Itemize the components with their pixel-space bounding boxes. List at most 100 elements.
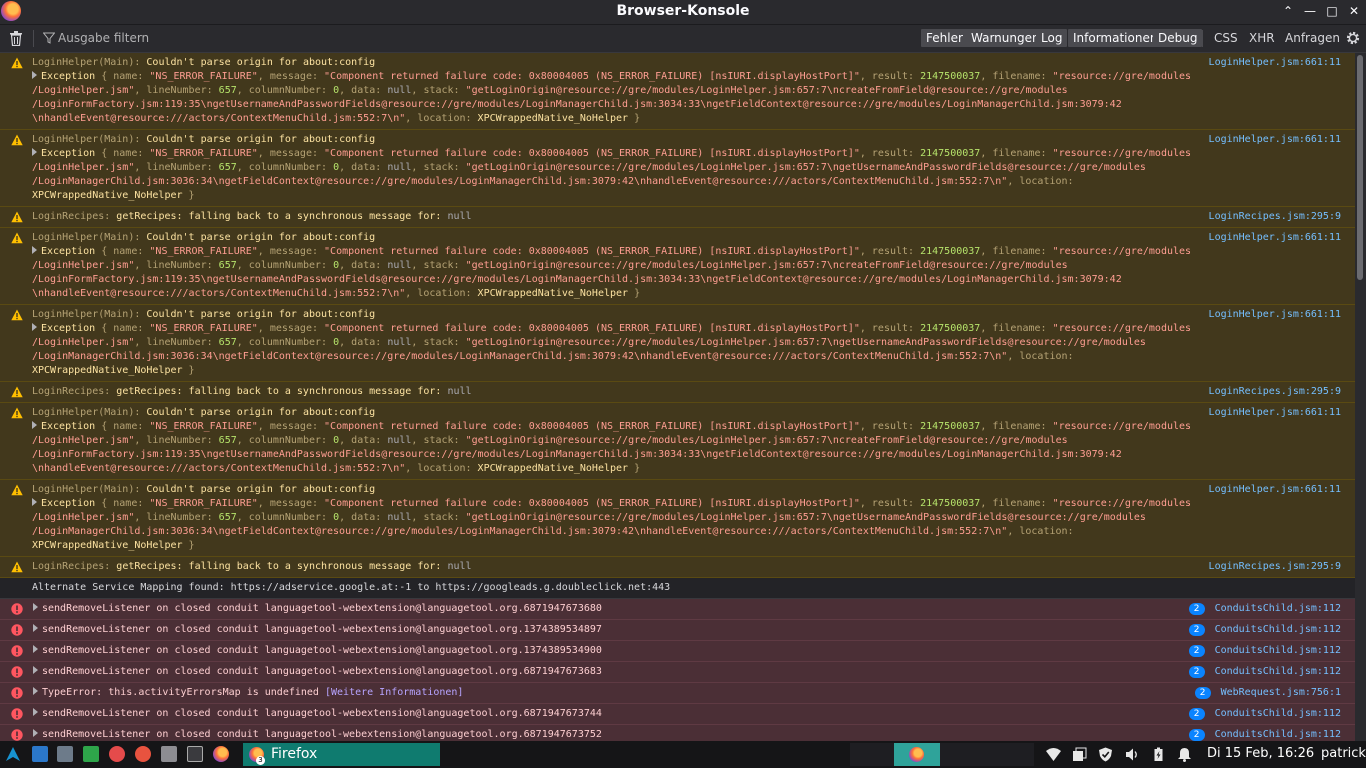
close-button[interactable]: ✕ — [1346, 3, 1362, 19]
console-message-warning[interactable]: LoginRecipes: getRecipes: falling back t… — [0, 557, 1355, 578]
firefox-launcher-icon[interactable] — [213, 746, 229, 762]
minimize-button[interactable]: — — [1302, 3, 1318, 19]
message-source-link[interactable]: LoginHelper.jsm:661:11 — [1209, 56, 1341, 70]
console-message-error[interactable]: sendRemoveListener on closed conduit lan… — [0, 704, 1355, 725]
scrollbar-thumb[interactable] — [1357, 55, 1363, 280]
exception-key: name: — [113, 148, 144, 159]
message-source-link[interactable]: ConduitsChild.jsm:112 — [1215, 728, 1341, 741]
chevron-up-icon[interactable]: ⌃ — [1280, 3, 1296, 19]
message-text: Couldn't parse origin for about:config — [146, 232, 376, 243]
app-menu-icon[interactable] — [5, 746, 21, 762]
alert-icon[interactable] — [109, 746, 125, 762]
expand-arrow-icon[interactable] — [33, 624, 38, 632]
message-source-link[interactable]: LoginHelper.jsm:661:11 — [1209, 483, 1341, 497]
expand-arrow-icon[interactable] — [32, 71, 37, 79]
console-message-warning[interactable]: LoginRecipes: getRecipes: falling back t… — [0, 207, 1355, 228]
exception-value: 657 — [218, 512, 237, 523]
message-origin: LoginHelper(Main) — [32, 232, 135, 243]
exception-key: result: — [871, 148, 915, 159]
console-message-error[interactable]: sendRemoveListener on closed conduit lan… — [0, 641, 1355, 662]
taskbar-clock[interactable]: Di 15 Feb, 16:26 — [1207, 746, 1314, 761]
message-source-link[interactable]: ConduitsChild.jsm:112 — [1215, 644, 1341, 658]
message-source-link[interactable]: LoginHelper.jsm:661:11 — [1209, 406, 1341, 420]
task-count-badge: 3 — [256, 756, 265, 765]
shield-icon[interactable] — [1098, 747, 1113, 762]
message-origin: LoginHelper(Main) — [32, 57, 135, 68]
desktop-pager-3[interactable] — [940, 743, 988, 766]
message-source-link[interactable]: LoginHelper.jsm:661:11 — [1209, 308, 1341, 322]
message-source-link[interactable]: LoginHelper.jsm:661:11 — [1209, 133, 1341, 147]
message-origin: LoginHelper(Main) — [32, 309, 135, 320]
expand-arrow-icon[interactable] — [32, 246, 37, 254]
battery-icon[interactable] — [1151, 747, 1166, 762]
category-filter-xhr[interactable]: XHR — [1249, 29, 1275, 47]
more-info-link[interactable]: [Weitere Informationen] — [325, 687, 463, 698]
expand-arrow-icon[interactable] — [32, 148, 37, 156]
folder-icon[interactable] — [83, 746, 99, 762]
expand-arrow-icon[interactable] — [33, 687, 38, 695]
console-message-warning[interactable]: LoginRecipes: getRecipes: falling back t… — [0, 382, 1355, 403]
console-message-error[interactable]: sendRemoveListener on closed conduit lan… — [0, 725, 1355, 741]
console-scrollbar[interactable] — [1355, 53, 1366, 741]
level-filter-debug[interactable]: Debug — [1153, 29, 1203, 47]
message-source-link[interactable]: LoginRecipes.jsm:295:9 — [1209, 560, 1341, 574]
archive-icon[interactable] — [161, 746, 177, 762]
level-filter-warnings[interactable]: Warnungen — [966, 29, 1045, 47]
calculator-icon[interactable] — [57, 746, 73, 762]
expand-arrow-icon[interactable] — [33, 708, 38, 716]
console-message-error[interactable]: sendRemoveListener on closed conduit lan… — [0, 662, 1355, 683]
console-message-error[interactable]: sendRemoveListener on closed conduit lan… — [0, 620, 1355, 641]
editor-icon[interactable] — [135, 746, 151, 762]
clipboard-icon[interactable] — [1072, 747, 1087, 762]
category-filter-requests[interactable]: Anfragen — [1285, 29, 1340, 47]
maximize-button[interactable]: □ — [1324, 3, 1340, 19]
expand-arrow-icon[interactable] — [33, 645, 38, 653]
message-source-link[interactable]: LoginHelper.jsm:661:11 — [1209, 231, 1341, 245]
category-filter-css[interactable]: CSS — [1214, 29, 1238, 47]
taskbar-user[interactable]: patrick — [1321, 746, 1366, 761]
trash-icon[interactable] — [9, 31, 23, 46]
taskbar-task-firefox[interactable]: 3 Firefox — [243, 743, 440, 766]
console-message-warning[interactable]: LoginHelper(Main): Couldn't parse origin… — [0, 480, 1355, 557]
message-source-link[interactable]: ConduitsChild.jsm:112 — [1215, 602, 1341, 616]
console-message-log[interactable]: Alternate Service Mapping found: https:/… — [0, 578, 1355, 599]
warning-icon — [11, 309, 23, 321]
message-source-link[interactable]: LoginRecipes.jsm:295:9 — [1209, 210, 1341, 224]
expand-arrow-icon[interactable] — [33, 603, 38, 611]
expand-arrow-icon[interactable] — [33, 666, 38, 674]
expand-arrow-icon[interactable] — [32, 498, 37, 506]
console-message-warning[interactable]: LoginHelper(Main): Couldn't parse origin… — [0, 403, 1355, 480]
notification-bell-icon[interactable] — [1177, 747, 1192, 762]
desktop-pager-4[interactable] — [988, 743, 1034, 766]
terminal-icon[interactable] — [187, 746, 203, 762]
expand-arrow-icon[interactable] — [32, 421, 37, 429]
exception-value: "Component returned failure code: 0x8000… — [324, 71, 860, 82]
exception-key: lineNumber: — [146, 512, 213, 523]
message-source-link[interactable]: ConduitsChild.jsm:112 — [1215, 623, 1341, 637]
message-source-link[interactable]: WebRequest.jsm:756:1 — [1221, 686, 1341, 700]
console-message-warning[interactable]: LoginHelper(Main): Couldn't parse origin… — [0, 130, 1355, 207]
message-source-link[interactable]: LoginRecipes.jsm:295:9 — [1209, 385, 1341, 399]
console-message-warning[interactable]: LoginHelper(Main): Couldn't parse origin… — [0, 53, 1355, 130]
console-message-error[interactable]: sendRemoveListener on closed conduit lan… — [0, 599, 1355, 620]
file-manager-icon[interactable] — [32, 746, 48, 762]
console-message-warning[interactable]: LoginHelper(Main): Couldn't parse origin… — [0, 228, 1355, 305]
volume-icon[interactable] — [1125, 747, 1140, 762]
console-message-error[interactable]: TypeError: this.activityErrorsMap is und… — [0, 683, 1355, 704]
desktop-pager-1[interactable] — [850, 743, 894, 766]
expand-arrow-icon[interactable] — [33, 729, 38, 737]
exception-key: data: — [351, 162, 382, 173]
level-filter-errors[interactable]: Fehler — [921, 29, 968, 47]
desktop-pager-2[interactable] — [894, 743, 940, 766]
exception-value: /LoginHelper.jsm" — [32, 435, 135, 446]
exception-value: 2147500037 — [920, 498, 981, 509]
gear-icon[interactable] — [1344, 29, 1362, 47]
console-message-warning[interactable]: LoginHelper(Main): Couldn't parse origin… — [0, 305, 1355, 382]
level-filter-info[interactable]: Informationen — [1068, 29, 1163, 47]
message-source-link[interactable]: ConduitsChild.jsm:112 — [1215, 707, 1341, 721]
expand-arrow-icon[interactable] — [32, 323, 37, 331]
wifi-icon[interactable] — [1046, 747, 1061, 762]
level-filter-log[interactable]: Log — [1036, 29, 1068, 47]
message-source-link[interactable]: ConduitsChild.jsm:112 — [1215, 665, 1341, 679]
filter-input[interactable] — [58, 29, 358, 47]
